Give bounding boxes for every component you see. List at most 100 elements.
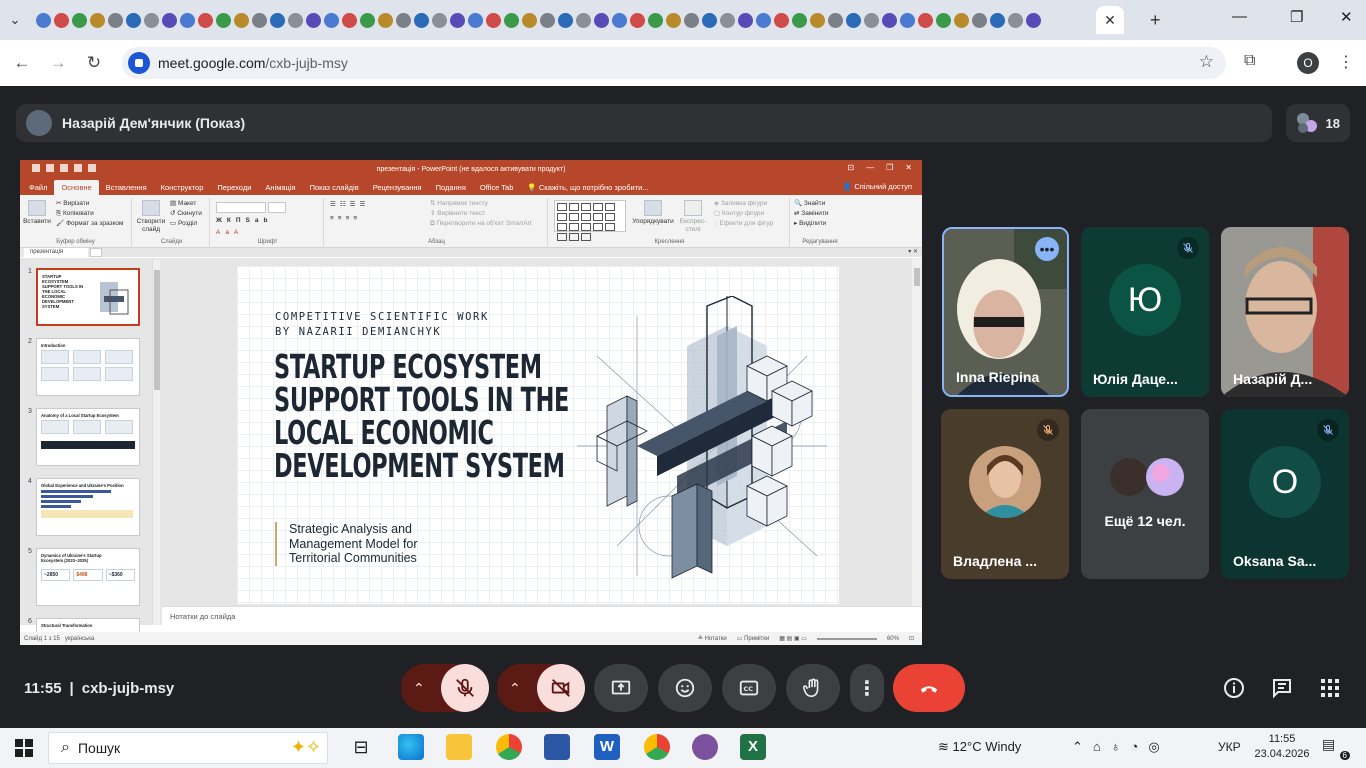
participant-tile[interactable]: Назарій Д... [1221,227,1349,397]
section-button[interactable]: ▭ Розділ [170,219,202,229]
pinned-tab-favicon[interactable] [918,12,933,28]
taskbar-search[interactable]: ⌕ Пошук ✦✧ [48,732,328,764]
pinned-tab-favicon[interactable] [126,12,141,28]
pinned-tab-favicon[interactable] [486,12,501,28]
pinned-tab-favicon[interactable] [1026,12,1041,28]
extensions-icon[interactable]: ⧉ [1244,52,1255,70]
mic-options-chevron-icon[interactable]: ⌃ [413,680,425,697]
excel-icon[interactable]: X [740,734,766,760]
pinned-tab-favicon[interactable] [774,12,789,28]
pinned-tab-favicon[interactable] [108,12,123,28]
comments-toggle[interactable]: ▭ Примітки [737,635,770,642]
more-options-button[interactable]: ⋮ [850,664,884,712]
pinned-tab-favicon[interactable] [198,12,213,28]
participant-tile[interactable]: Ю Юлія Даце... [1081,227,1209,397]
word-icon[interactable]: W [594,734,620,760]
pinned-tab-favicon[interactable] [396,12,411,28]
pinned-tab-favicon[interactable] [594,12,609,28]
pinned-tab-favicon[interactable] [828,12,843,28]
cut-button[interactable]: ✂ Вирізати [56,199,123,209]
chrome-icon[interactable] [496,734,522,760]
back-icon[interactable]: ← [4,53,40,73]
pinned-tab-favicon[interactable] [612,12,627,28]
system-tray-icons[interactable]: ⌃⌂♁◔◎ [1072,739,1170,755]
align-text-button[interactable]: ⇕ Вирівняти текст [430,209,532,219]
profile-avatar[interactable]: O [1297,52,1319,74]
pinned-tab-favicon[interactable] [234,12,249,28]
pp-share-button[interactable]: 👤 Спільний доступ [843,182,912,191]
thumbnail-row[interactable]: 2 Introduction [20,336,152,398]
tab-search-button[interactable]: ⌄ [0,5,30,35]
pinned-tab-favicon[interactable] [1008,12,1023,28]
participants-button[interactable]: 18 [1286,104,1350,142]
notes-pane[interactable]: Нотатки до слайда [162,606,922,625]
pinned-tab-favicon[interactable] [738,12,753,28]
align-buttons[interactable]: ≡≡≡≡ [330,214,361,224]
shape-fill-button[interactable]: ◈ Заливка фігури [714,199,773,209]
thumbnail-slide[interactable]: Dynamics of Ukraine's Startup Ecosystem … [36,548,140,606]
pinned-tab-favicon[interactable] [324,12,339,28]
pinned-tab-favicon[interactable] [648,12,663,28]
pinned-tab-favicon[interactable] [216,12,231,28]
captions-button[interactable]: CC [722,664,776,712]
pp-tab-design[interactable]: Конструктор [154,180,211,195]
weather-widget[interactable]: ≋ 12°C Windy [938,739,1021,755]
pinned-tab-favicon[interactable] [144,12,159,28]
more-options-icon[interactable]: ••• [1035,237,1059,261]
pinned-tab-favicon[interactable] [504,12,519,28]
pinned-tab-favicon[interactable] [90,12,105,28]
pinned-tab-favicon[interactable] [846,12,861,28]
pinned-tab-favicon[interactable] [684,12,699,28]
pinned-tab-favicon[interactable] [36,12,51,28]
active-tab-close-icon[interactable]: ✕ [1096,6,1124,34]
thumbnail-slide[interactable]: Anatomy of a Local Startup Ecosystem [36,408,140,466]
pinned-tab-favicon[interactable] [450,12,465,28]
maximize-icon[interactable]: ❐ [1290,8,1303,26]
raise-hand-button[interactable] [786,664,840,712]
mic-off-button[interactable] [441,664,489,712]
font-style-buttons[interactable]: ЖКПSab [216,216,272,226]
arrange-button[interactable]: Упорядкувати [630,200,676,226]
pinned-tab-favicon[interactable] [162,12,177,28]
list-buttons[interactable]: ☰☷☰☰ [330,200,369,210]
pinned-tab-favicon[interactable] [468,12,483,28]
pinned-tab-favicon[interactable] [540,12,555,28]
site-info-icon[interactable] [128,52,150,74]
thumbnail-slide[interactable]: Global Experience and Ukraine's Position [36,478,140,536]
pinned-tab-favicon[interactable] [882,12,897,28]
pinned-tab-favicon[interactable] [576,12,591,28]
participant-tile[interactable]: Ещё 12 чел. [1081,409,1209,579]
pinned-tab-favicon[interactable] [54,12,69,28]
pinned-tab-favicon[interactable] [900,12,915,28]
edge-icon[interactable] [398,734,424,760]
input-language[interactable]: УКР [1218,740,1241,754]
viber-icon[interactable] [692,734,718,760]
quick-styles-button[interactable]: Експрес-стилі [676,200,710,234]
pinned-tab-favicon[interactable] [180,12,195,28]
file-tab-controls[interactable]: ▾ ✕ [908,248,918,255]
pinned-tab-favicon[interactable] [810,12,825,28]
notification-center-icon[interactable]: ▤ 6 [1322,736,1350,760]
new-tab-button[interactable]: + [1150,10,1161,31]
chrome-profile-icon[interactable] [644,734,670,760]
copy-button[interactable]: ⎘ Копіювати [56,209,123,219]
pp-tab-slideshow[interactable]: Показ слайдів [303,180,366,195]
forward-icon[interactable]: → [40,53,76,73]
browser-menu-icon[interactable]: ⋮ [1338,52,1354,72]
pinned-tab-favicon[interactable] [270,12,285,28]
start-button[interactable] [0,739,48,757]
pinned-tab-favicon[interactable] [936,12,951,28]
thumbnail-row[interactable]: 4 Global Experience and Ukraine's Positi… [20,476,152,538]
url-field[interactable]: meet.google.com/cxb-jujb-msy ☆ [122,47,1226,79]
slide-vertical-scrollbar[interactable] [912,258,922,606]
pp-tab-view[interactable]: Подання [429,180,473,195]
reactions-button[interactable] [658,664,712,712]
pinned-tab-favicon[interactable] [756,12,771,28]
pinned-tab-favicon[interactable] [378,12,393,28]
pp-tab-animation[interactable]: Анімація [258,180,302,195]
text-direction-button[interactable]: ⇅ Напрямок тексту [430,199,532,209]
pinned-tab-favicon[interactable] [522,12,537,28]
reload-icon[interactable]: ↻ [76,53,112,73]
pinned-tab-favicon[interactable] [972,12,987,28]
taskbar-clock[interactable]: 11:55 23.04.2026 [1254,732,1310,762]
